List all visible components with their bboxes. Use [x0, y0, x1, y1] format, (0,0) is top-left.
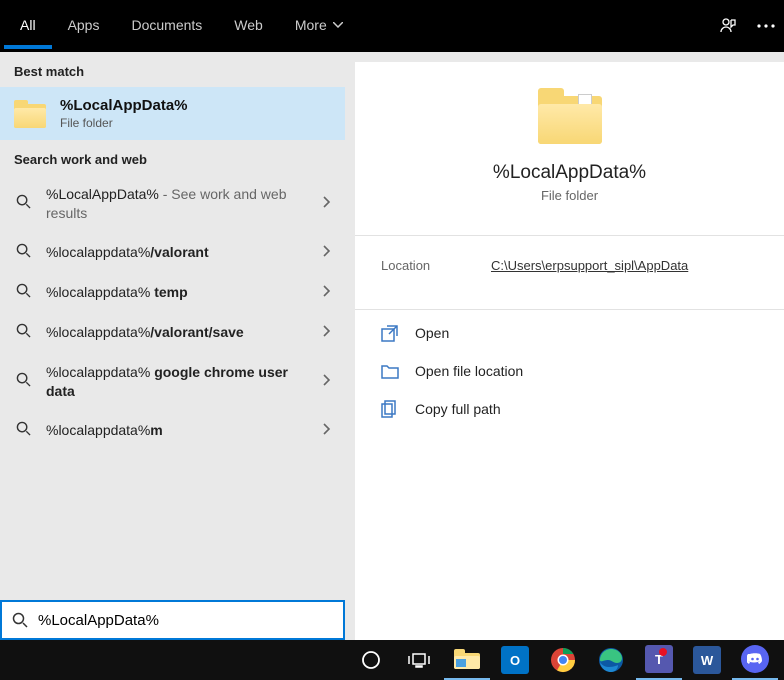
taskbar-word[interactable]: W — [684, 640, 730, 680]
tab-apps[interactable]: Apps — [52, 3, 116, 49]
search-result[interactable]: %localappdata% temp — [0, 273, 345, 313]
options-icon[interactable] — [756, 16, 776, 36]
search-icon — [14, 372, 32, 392]
chevron-right-icon[interactable] — [323, 422, 331, 440]
action-label: Copy full path — [415, 401, 501, 417]
chevron-down-icon — [333, 22, 343, 28]
result-text: %localappdata%/valorant/save — [46, 323, 309, 342]
taskbar-task-view[interactable] — [396, 640, 442, 680]
taskbar: O T W — [0, 640, 784, 680]
search-result[interactable]: %LocalAppData% - See work and web result… — [0, 175, 345, 233]
best-match-label: Best match — [0, 52, 345, 87]
action-label: Open — [415, 325, 449, 341]
location-label: Location — [381, 258, 491, 273]
folder-icon-large — [538, 88, 602, 144]
result-text: %localappdata%m — [46, 421, 309, 440]
result-text: %localappdata%/valorant — [46, 243, 309, 262]
action-copy-full-path[interactable]: Copy full path — [365, 390, 774, 428]
taskbar-cortana[interactable] — [348, 640, 394, 680]
result-text: %localappdata% temp — [46, 283, 309, 302]
chevron-right-icon[interactable] — [323, 195, 331, 213]
search-result[interactable]: %localappdata%m — [0, 411, 345, 451]
best-match-title: %LocalAppData% — [60, 97, 188, 114]
best-match-item[interactable]: %LocalAppData% File folder — [0, 87, 345, 140]
search-icon — [14, 421, 32, 441]
search-input[interactable] — [38, 612, 333, 629]
search-result[interactable]: %localappdata% google chrome user data — [0, 353, 345, 411]
open-icon — [381, 324, 399, 342]
search-icon — [14, 243, 32, 263]
preview-title: %LocalAppData% — [493, 162, 646, 184]
taskbar-outlook[interactable]: O — [492, 640, 538, 680]
chevron-right-icon[interactable] — [323, 284, 331, 302]
search-icon — [14, 323, 32, 343]
search-icon — [14, 194, 32, 214]
search-result[interactable]: %localappdata%/valorant — [0, 233, 345, 273]
search-filter-tabs: All Apps Documents Web More — [0, 0, 784, 52]
best-match-subtitle: File folder — [60, 116, 188, 130]
folder-icon — [14, 100, 46, 128]
chevron-right-icon[interactable] — [323, 373, 331, 391]
search-result[interactable]: %localappdata%/valorant/save — [0, 313, 345, 353]
taskbar-edge[interactable] — [588, 640, 634, 680]
action-open[interactable]: Open — [365, 314, 774, 352]
result-text: %localappdata% google chrome user data — [46, 363, 309, 401]
search-icon — [12, 612, 28, 628]
search-web-label: Search work and web — [0, 140, 345, 175]
preview-subtitle: File folder — [541, 188, 598, 203]
tab-web[interactable]: Web — [218, 3, 279, 49]
search-bar[interactable] — [0, 600, 345, 640]
feedback-icon[interactable] — [718, 16, 738, 36]
action-label: Open file location — [415, 363, 523, 379]
results-panel: Best match %LocalAppData% File folder Se… — [0, 52, 345, 640]
location-path-link[interactable]: C:\Users\erpsupport_sipl\AppData — [491, 258, 688, 273]
folder-open-icon — [381, 362, 399, 380]
chevron-right-icon[interactable] — [323, 244, 331, 262]
result-text: %LocalAppData% - See work and web result… — [46, 185, 309, 223]
action-open-file-location[interactable]: Open file location — [365, 352, 774, 390]
chevron-right-icon[interactable] — [323, 324, 331, 342]
tab-more[interactable]: More — [279, 3, 359, 49]
taskbar-chrome[interactable] — [540, 640, 586, 680]
taskbar-file-explorer[interactable] — [444, 640, 490, 680]
search-icon — [14, 283, 32, 303]
taskbar-discord[interactable] — [732, 640, 778, 680]
tab-all[interactable]: All — [4, 3, 52, 49]
copy-icon — [381, 400, 399, 418]
preview-panel: %LocalAppData% File folder Location C:\U… — [345, 52, 784, 640]
taskbar-teams[interactable]: T — [636, 640, 682, 680]
tab-documents[interactable]: Documents — [115, 3, 218, 49]
